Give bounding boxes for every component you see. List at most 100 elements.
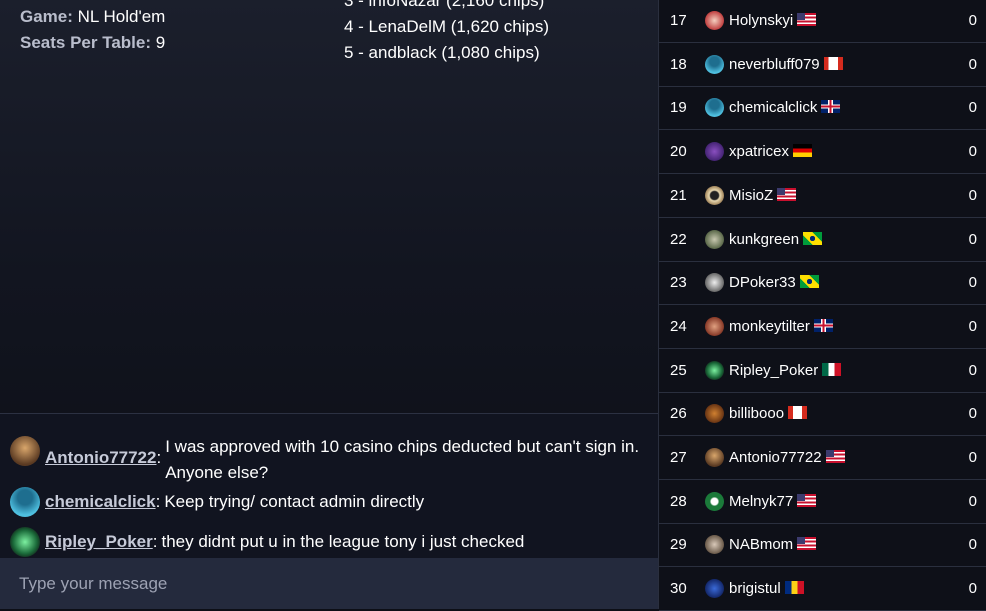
- player-name-cell: billibooo: [729, 405, 808, 422]
- avatar: [705, 491, 724, 511]
- player-rank: 21: [670, 186, 687, 204]
- player-rank: 17: [670, 12, 687, 29]
- player-name[interactable]: kunkgreen: [729, 231, 799, 248]
- player-points: 0: [968, 580, 977, 598]
- player-name[interactable]: NABmom: [729, 536, 793, 553]
- avatar: [705, 316, 724, 336]
- player-points: 0: [968, 274, 977, 292]
- player-rank: 25: [670, 361, 687, 379]
- leaderboard-row[interactable]: 27 Antonio77722 0: [659, 436, 986, 480]
- player-rank: 22: [670, 230, 687, 248]
- us-flag-icon: [825, 450, 845, 463]
- chat-message: Ripley_Poker: they didnt put u in the le…: [10, 527, 640, 557]
- player-name-cell: Ripley_Poker: [729, 362, 842, 379]
- chat-text: they didnt put u in the league tony i ju…: [161, 532, 525, 551]
- chat-text: Keep trying/ contact admin directly: [164, 492, 425, 511]
- leaderboard-row[interactable]: 17 Holynskyi 0: [659, 0, 986, 43]
- player-name[interactable]: neverbluff079: [729, 56, 820, 73]
- seats-value: 9: [155, 33, 166, 52]
- player-rank: 18: [670, 55, 687, 73]
- player-points: 0: [968, 143, 977, 161]
- player-name[interactable]: Ripley_Poker: [729, 362, 818, 379]
- avatar: [705, 142, 724, 162]
- player-rank: 19: [670, 99, 687, 117]
- avatar: [705, 98, 724, 118]
- avatar: [705, 448, 724, 467]
- player-rank: 26: [670, 405, 687, 423]
- player-name-cell: monkeytilter: [729, 318, 833, 335]
- player-points: 0: [968, 99, 977, 117]
- player-points: 0: [968, 55, 977, 73]
- player-name[interactable]: Melnyk77: [729, 493, 793, 510]
- leaderboard-row[interactable]: 25 Ripley_Poker 0: [659, 349, 986, 393]
- prize-item: 5 - andblack (1,080 chips): [344, 43, 540, 62]
- us-flag-icon: [797, 537, 817, 551]
- player-points: 0: [968, 449, 977, 466]
- player-name[interactable]: MisioZ: [729, 187, 773, 204]
- player-points: 0: [968, 361, 977, 379]
- player-rank: 28: [670, 492, 687, 510]
- avatar: [10, 487, 40, 517]
- player-points: 0: [968, 12, 977, 29]
- player-rank: 30: [670, 580, 687, 598]
- leaderboard-row[interactable]: 21 MisioZ 0: [659, 174, 986, 218]
- player-name[interactable]: Antonio77722: [729, 449, 822, 466]
- tournament-panel: Game: NL Hold'em Seats Per Table: 9 3 - …: [0, 0, 658, 609]
- tournament-info: Game: NL Hold'em Seats Per Table: 9: [20, 4, 165, 56]
- chat-username[interactable]: Ripley_Poker: [45, 529, 153, 555]
- gb-flag-icon: [813, 318, 833, 332]
- player-rank: 29: [670, 536, 687, 554]
- avatar: [10, 527, 40, 557]
- prize-item: 3 - infoNazar (2,160 chips): [344, 0, 545, 10]
- player-name-cell: brigistul: [729, 580, 804, 597]
- game-value: NL Hold'em: [77, 7, 166, 26]
- chat-log: Antonio77722: I was approved with 10 cas…: [0, 413, 658, 559]
- player-name[interactable]: billibooo: [729, 405, 784, 422]
- leaderboard-row[interactable]: 26 billibooo 0: [659, 392, 986, 437]
- leaderboard-row[interactable]: 29 NABmom 0: [659, 523, 986, 568]
- player-name[interactable]: DPoker33: [729, 274, 796, 291]
- player-name-cell: chemicalclick: [729, 99, 841, 116]
- player-name-cell: DPoker33: [729, 274, 819, 291]
- leaderboard-row[interactable]: 30 brigistul 0: [659, 567, 986, 611]
- leaderboard-row[interactable]: 19 chemicalclick 0: [659, 86, 986, 131]
- player-name[interactable]: brigistul: [729, 580, 781, 597]
- chat-message-input[interactable]: [0, 558, 658, 609]
- player-name[interactable]: Holynskyi: [729, 12, 793, 29]
- player-points: 0: [968, 536, 977, 554]
- chat-username[interactable]: chemicalclick: [45, 489, 156, 515]
- player-rank: 24: [670, 317, 687, 335]
- chat-message: chemicalclick: Keep trying/ contact admi…: [10, 487, 640, 517]
- chat-text: I was approved with 10 casino chips dedu…: [165, 437, 640, 482]
- ca-flag-icon: [788, 406, 808, 420]
- player-rank: 20: [670, 143, 687, 161]
- avatar: [705, 11, 724, 30]
- player-name-cell: MisioZ: [729, 187, 797, 204]
- leaderboard-row[interactable]: 18 neverbluff079 0: [659, 43, 986, 87]
- player-name[interactable]: chemicalclick: [729, 99, 817, 116]
- player-points: 0: [968, 492, 977, 510]
- avatar: [705, 54, 724, 74]
- game-label: Game:: [20, 7, 73, 26]
- avatar: [705, 185, 724, 205]
- player-rank: 23: [670, 274, 687, 292]
- leaderboard-row[interactable]: 23 DPoker33 0: [659, 261, 986, 306]
- mx-flag-icon: [822, 362, 842, 376]
- us-flag-icon: [797, 13, 817, 26]
- leaderboard: 17 Holynskyi 0 18 neverbluff079 0 19 chemicalcl…: [658, 0, 986, 611]
- avatar: [705, 273, 724, 293]
- player-name[interactable]: monkeytilter: [729, 318, 810, 335]
- leaderboard-row[interactable]: 22 kunkgreen 0: [659, 218, 986, 262]
- player-points: 0: [968, 405, 977, 423]
- avatar: [705, 404, 724, 424]
- player-points: 0: [968, 230, 977, 248]
- de-flag-icon: [793, 144, 813, 158]
- player-name-cell: neverbluff079: [729, 56, 843, 73]
- player-name[interactable]: xpatricex: [729, 143, 789, 160]
- player-points: 0: [968, 186, 977, 204]
- leaderboard-row[interactable]: 28 Melnyk77 0: [659, 480, 986, 524]
- ro-flag-icon: [784, 581, 804, 595]
- leaderboard-row[interactable]: 24 monkeytilter 0: [659, 305, 986, 349]
- leaderboard-row[interactable]: 20 xpatricex 0: [659, 130, 986, 175]
- chat-username[interactable]: Antonio77722: [45, 434, 156, 486]
